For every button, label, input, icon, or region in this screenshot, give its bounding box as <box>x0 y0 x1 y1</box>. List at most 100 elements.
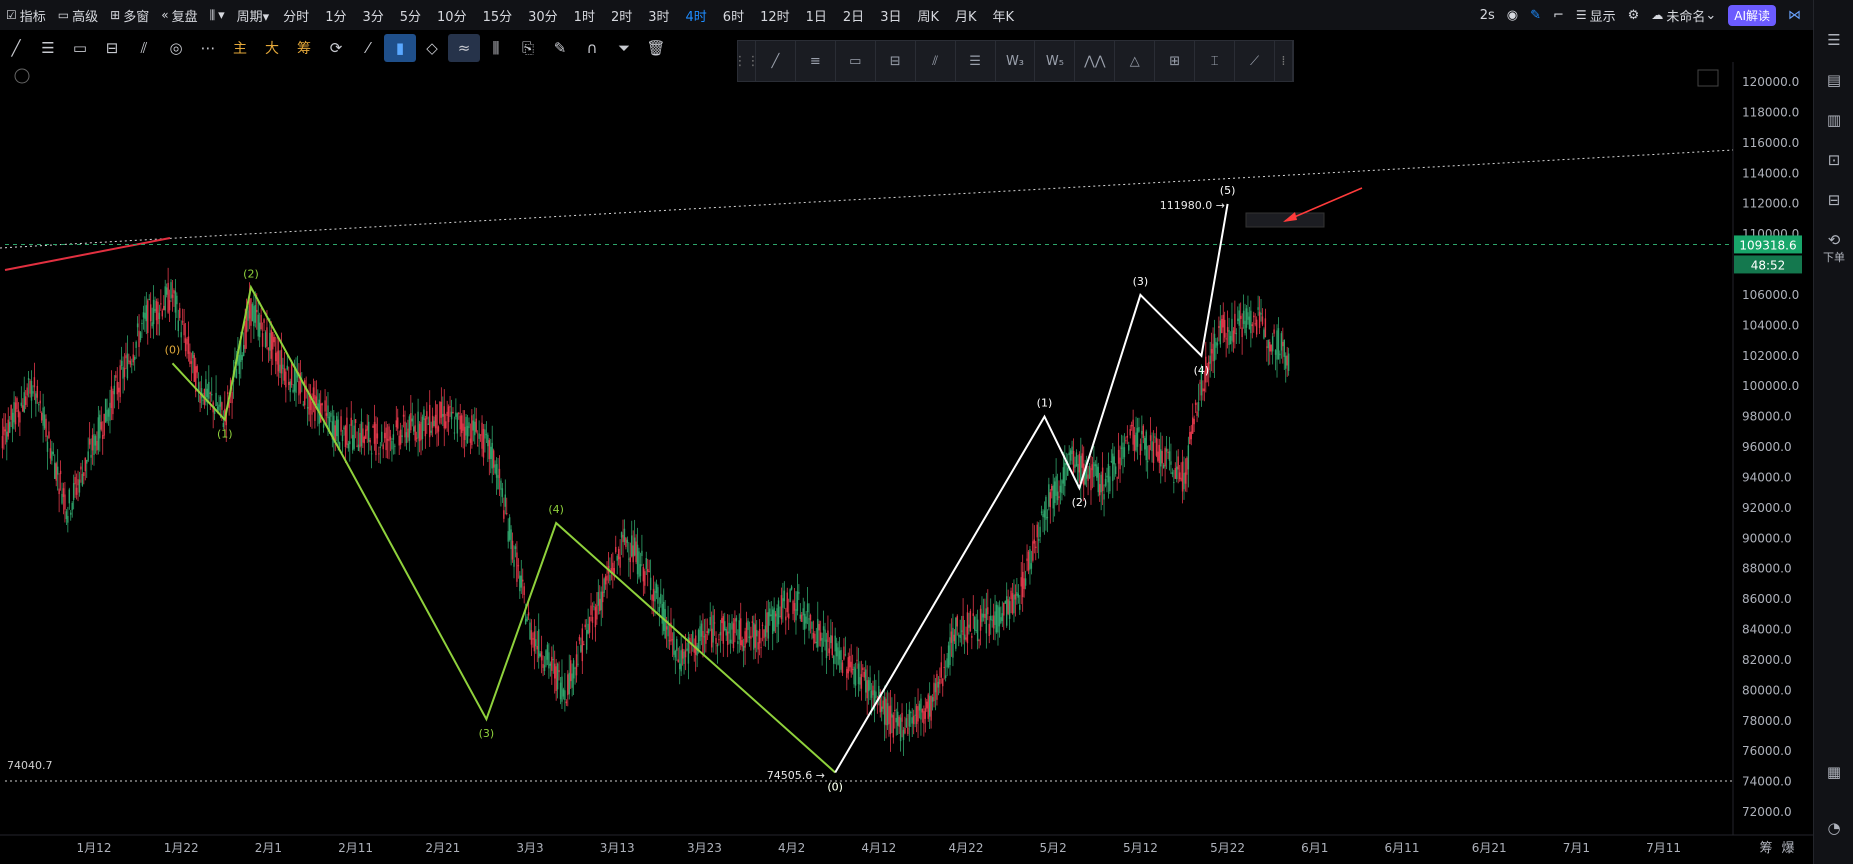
candle-body <box>257 314 259 337</box>
place-order-button[interactable]: ⟲ 下单 <box>1814 220 1853 276</box>
candle-body <box>1257 307 1259 310</box>
elliott-wave-icon[interactable]: W₃ <box>996 41 1036 81</box>
candle-body <box>1103 494 1105 500</box>
analysis-icon[interactable]: ⊡ <box>1814 140 1853 180</box>
candle-body <box>1145 431 1147 461</box>
candle-body <box>663 601 665 631</box>
candle-body <box>585 629 588 650</box>
price-range-icon[interactable]: ⊟ <box>876 41 916 81</box>
candle-body <box>129 360 132 365</box>
candle-body <box>1087 474 1089 481</box>
candle-body <box>946 658 948 668</box>
rectangle-icon[interactable]: ▭ <box>836 41 876 81</box>
candle-body <box>673 632 675 655</box>
candle-body <box>940 662 942 678</box>
candle-body <box>545 650 547 666</box>
candle-body <box>1213 333 1216 362</box>
candle-body <box>1046 516 1049 519</box>
text-tool-icon[interactable]: ⌶ <box>1195 41 1236 81</box>
candle-body <box>747 620 749 630</box>
candle-body <box>9 421 11 433</box>
candle-body <box>697 630 700 651</box>
expand-icon[interactable] <box>14 68 30 84</box>
x-tick-label: 3月23 <box>687 841 722 855</box>
candle-body <box>786 592 788 613</box>
watchlist-icon[interactable]: ☰ <box>1814 20 1853 60</box>
candle-body <box>1100 474 1102 493</box>
candle-body <box>635 541 637 563</box>
info-panel-icon[interactable]: ⊟ <box>1814 180 1853 220</box>
candle-body <box>429 404 431 438</box>
candle-body <box>148 299 150 301</box>
drag-handle-icon[interactable]: ⋮⋮ <box>734 41 760 81</box>
pattern-icon[interactable]: ⋀⋀ <box>1075 41 1116 81</box>
candle-body <box>632 545 634 563</box>
candle-body <box>88 439 91 445</box>
candle-body <box>269 332 271 351</box>
layout-panel-icon[interactable]: ▦ <box>1814 752 1853 792</box>
candle-body <box>1248 316 1251 330</box>
candle-body <box>324 400 326 412</box>
candle-body <box>30 380 33 401</box>
candle-body <box>176 295 178 305</box>
trend-line-icon[interactable]: ╱ <box>756 41 796 81</box>
candle-body <box>818 624 820 631</box>
candle-body <box>645 558 647 569</box>
candle-body <box>555 666 557 692</box>
fib-retracement-icon[interactable]: ☰ <box>956 41 996 81</box>
candle-body <box>168 300 171 311</box>
low-price-label: 74505.6 → <box>767 769 825 782</box>
candle-body <box>17 409 20 418</box>
candle-body <box>628 558 630 560</box>
candle-body <box>1197 401 1200 411</box>
candle-body <box>789 589 791 603</box>
candle-body <box>221 402 223 410</box>
candle-body <box>979 608 982 631</box>
triangle-pattern-icon[interactable]: △ <box>1115 41 1156 81</box>
candle-body <box>366 425 368 431</box>
white-wave-label: (3) <box>1133 275 1149 288</box>
order-icon: ⟲ <box>1827 231 1841 249</box>
candle-body <box>1077 464 1079 482</box>
panel-more-icon[interactable]: ⁞ <box>1275 41 1293 81</box>
candle-body <box>405 432 408 444</box>
candle-body <box>370 453 373 455</box>
candle-body <box>896 711 899 726</box>
ray-tool-icon[interactable]: ⟋ <box>1235 41 1275 81</box>
price-chart[interactable]: 72000.0 74000.0 76000.0 78000.0 80000.0 82000… <box>0 0 1813 864</box>
candle-body <box>867 680 870 692</box>
candle-body <box>356 445 358 447</box>
candle-body <box>556 663 559 690</box>
candle-body <box>606 575 608 581</box>
candle-body <box>360 421 363 447</box>
x-tick-label: 4月2 <box>778 841 805 855</box>
channel-icon[interactable]: ⫽ <box>916 41 956 81</box>
candle-body <box>189 351 191 364</box>
horizontal-line-icon[interactable]: ≡ <box>796 41 836 81</box>
candle-body <box>551 656 553 671</box>
candle-body <box>322 424 325 428</box>
candle-body <box>1104 478 1107 486</box>
candle-body <box>715 638 717 644</box>
orderbook-icon[interactable]: ▤ <box>1814 60 1853 100</box>
candle-body <box>1165 448 1168 452</box>
candle-body <box>90 454 92 458</box>
candle-body <box>1062 467 1065 484</box>
candle-body <box>994 611 996 626</box>
candle-body <box>1253 315 1255 318</box>
high-price-label: 111980.0 → <box>1160 199 1225 212</box>
fullscreen-icon[interactable] <box>1697 69 1719 87</box>
place-order-label: 下单 <box>1823 251 1845 264</box>
candle-body <box>924 708 927 719</box>
depth-chart-icon[interactable]: ▥ <box>1814 100 1853 140</box>
candle-body <box>463 426 466 441</box>
candle-body <box>542 663 544 668</box>
candle-body <box>410 413 412 431</box>
candle-body <box>327 405 329 419</box>
candle-body <box>507 531 509 542</box>
support-icon[interactable]: ◔ <box>1814 808 1853 848</box>
candle-body <box>1128 445 1130 451</box>
add-annotation-icon[interactable]: ⊞ <box>1155 41 1196 81</box>
elliott-impulse-icon[interactable]: W₅ <box>1035 41 1076 81</box>
candle-body <box>495 464 498 478</box>
